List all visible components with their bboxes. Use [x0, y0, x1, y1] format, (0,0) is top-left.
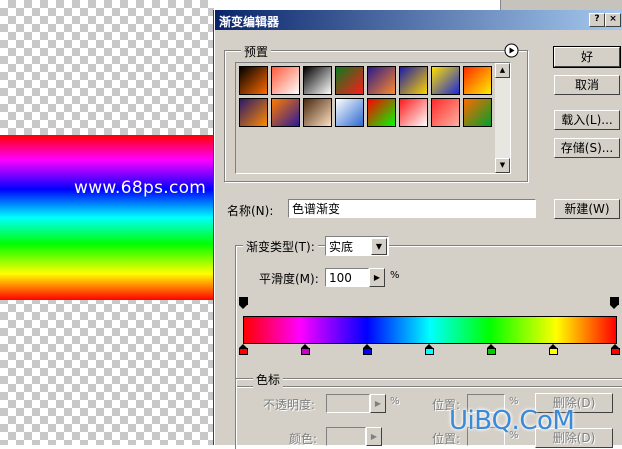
color-stop[interactable] [611, 344, 620, 355]
site-watermark: UiBQ.CoM [449, 406, 575, 436]
gradient-type-select[interactable]: 实底 ▼ [325, 236, 389, 256]
preset-swatch[interactable] [431, 98, 460, 127]
name-label: 名称(N): [227, 204, 274, 218]
color-stop[interactable] [363, 344, 372, 355]
preset-swatch[interactable] [399, 66, 428, 95]
preset-swatch[interactable] [463, 98, 492, 127]
preset-swatch[interactable] [367, 66, 396, 95]
scroll-down-button[interactable]: ▼ [495, 158, 510, 173]
play-arrow-icon[interactable]: ▶ [370, 394, 386, 413]
gradient-editor-dialog: 渐变编辑器 ? × 预置 ▲ ▼ 好 取消 载入(L)... 存储(S)... … [214, 10, 622, 449]
chevron-down-icon[interactable]: ▼ [371, 238, 387, 255]
opacity-label: 不透明度: [263, 398, 316, 412]
preset-swatch[interactable] [271, 66, 300, 95]
help-button[interactable]: ? [589, 13, 605, 27]
preset-scrollbar[interactable]: ▲ ▼ [495, 63, 510, 173]
smoothness-unit: % [390, 270, 400, 281]
color-stop[interactable] [487, 344, 496, 355]
preset-swatch[interactable] [303, 66, 332, 95]
gradient-type-value: 实底 [329, 240, 354, 254]
cancel-button[interactable]: 取消 [554, 75, 620, 95]
load-button[interactable]: 载入(L)... [554, 110, 620, 130]
color-stop[interactable] [301, 344, 310, 355]
name-input[interactable] [288, 199, 536, 218]
color-label: 颜色: [289, 432, 318, 446]
preset-swatch[interactable] [303, 98, 332, 127]
color-stop[interactable] [239, 344, 248, 355]
preset-swatch[interactable] [271, 98, 300, 127]
opacity-input[interactable] [326, 394, 370, 413]
save-button[interactable]: 存储(S)... [554, 138, 620, 158]
preset-swatch[interactable] [399, 98, 428, 127]
stops-group-label: 色标 [253, 371, 284, 388]
play-arrow-icon[interactable]: ▶ [366, 427, 382, 446]
preset-swatch[interactable] [367, 98, 396, 127]
opacity-stop-right[interactable] [610, 297, 619, 309]
new-button[interactable]: 新建(W) [554, 199, 620, 219]
circle-arrow-right-icon[interactable] [504, 43, 519, 58]
canvas-watermark: www.68ps.com [74, 178, 207, 198]
preset-swatch[interactable] [335, 66, 364, 95]
preset-swatch[interactable] [239, 98, 268, 127]
ok-button[interactable]: 好 [553, 46, 621, 68]
preset-swatch[interactable] [463, 66, 492, 95]
preset-swatch-list[interactable]: ▲ ▼ [235, 62, 511, 174]
scroll-up-button[interactable]: ▲ [495, 63, 510, 78]
smoothness-label: 平滑度(M): [259, 272, 319, 286]
dialog-title: 渐变编辑器 [219, 15, 280, 29]
opacity-stop-left[interactable] [239, 297, 248, 309]
play-arrow-icon[interactable]: ▶ [369, 268, 385, 287]
opacity-unit: % [390, 396, 400, 407]
color-stop[interactable] [549, 344, 558, 355]
smoothness-input[interactable] [325, 268, 369, 287]
preset-swatch[interactable] [431, 66, 460, 95]
color-stop[interactable] [425, 344, 434, 355]
rainbow-gradient-preview [0, 135, 214, 300]
gradient-bar[interactable] [243, 316, 617, 344]
color-swatch[interactable] [326, 427, 366, 446]
preset-swatch[interactable] [335, 98, 364, 127]
presets-label: 预置 [241, 43, 272, 60]
dialog-titlebar: 渐变编辑器 ? × [215, 10, 622, 30]
gradient-type-label: 渐变类型(T): [243, 238, 318, 255]
preset-swatch[interactable] [239, 66, 268, 95]
close-button[interactable]: × [605, 13, 621, 27]
